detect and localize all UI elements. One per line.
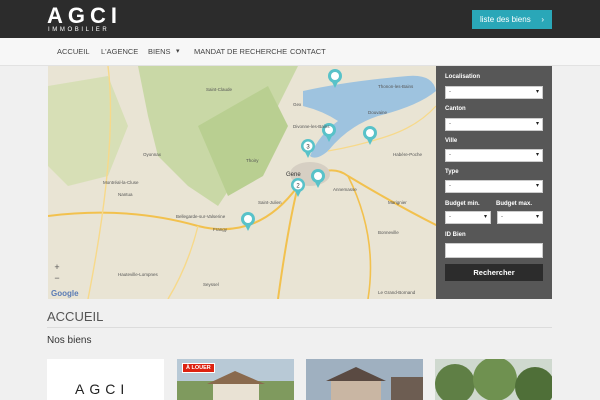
property-card[interactable]: AGCI [47,359,164,400]
property-card[interactable] [435,359,552,400]
canton-value: - [449,121,451,127]
road-bellegarde [167,225,199,299]
logo[interactable]: AGCI IMMOBILIER [47,5,122,34]
for-rent-badge: À LOUER [182,363,215,373]
property-photo [435,359,552,400]
place-label: Annemasse [333,187,357,192]
ville-select[interactable]: - ▾ [445,149,543,162]
map-pin[interactable] [363,126,377,145]
place-label: Oyonnax [143,152,162,157]
budget-min-label: Budget min. [445,201,480,207]
nav-mandat[interactable]: MANDAT DE RECHERCHE [194,38,287,65]
chevron-down-icon: ▾ [535,152,539,158]
place-label: Bellegarde-sur-Valserine [176,214,226,219]
place-label: Frangy [213,227,228,232]
chevron-down-icon[interactable]: ▾ [176,38,180,65]
chevron-right-icon: › [541,15,544,24]
map-pin[interactable] [241,212,255,231]
card-logo: AGCI [75,381,130,397]
section-title: Nos biens [47,335,92,346]
budget-max-value: - [501,214,503,220]
nav-contact[interactable]: CONTACT [290,38,326,65]
page-title: ACCUEIL [47,309,104,324]
place-label: Marignier [388,200,407,205]
localisation-value: - [449,89,451,95]
chevron-down-icon: ▾ [535,89,539,95]
map-cluster[interactable]: 2 [291,178,305,197]
nav-biens[interactable]: BIENS [148,38,171,65]
place-label: Hauteville-Lompnes [118,272,159,277]
main-nav: ACCUEIL L'AGENCE BIENS ▾ MANDAT DE RECHE… [0,38,600,66]
type-select[interactable]: - ▾ [445,180,543,193]
place-label: Saint-Julien [258,200,282,205]
google-logo: Google [51,289,79,298]
property-card[interactable] [306,359,423,400]
id-bien-label: ID Bien [445,232,466,238]
budget-min-value: - [449,214,451,220]
logo-text: AGCI [47,3,122,28]
place-label: Thonon-les-Bains [378,84,414,89]
budget-min-select[interactable]: - ▾ [445,211,491,224]
place-label: Saint-Claude [206,87,233,92]
budget-max-label: Budget max. [496,201,533,207]
listings-button[interactable]: liste des biens › [472,10,552,29]
zoom-out-button[interactable]: − [52,273,62,283]
place-label: Le Grand-Bornand [378,290,416,295]
listings-button-label: liste des biens [480,15,531,24]
canton-select[interactable]: - ▾ [445,118,543,131]
canton-label: Canton [445,106,466,112]
place-label: Seyssel [203,282,219,287]
id-bien-input[interactable] [445,243,543,258]
forest-area-west [48,76,128,186]
place-label: Habère-Poche [393,152,423,157]
chevron-down-icon: ▾ [535,121,539,127]
nav-accueil[interactable]: ACCUEIL [57,38,90,65]
place-label: Gene [286,172,301,178]
divider [47,327,552,328]
type-label: Type [445,169,459,175]
ville-value: - [449,152,451,158]
type-value: - [449,183,451,189]
place-label: Douvaine [368,110,388,115]
zoom-in-button[interactable]: + [52,262,62,272]
place-label: Nantua [118,192,133,197]
nav-agence[interactable]: L'AGENCE [101,38,138,65]
property-photo [306,359,423,400]
road-south [347,175,372,299]
localisation-label: Localisation [445,74,481,80]
ville-label: Ville [445,138,458,144]
chevron-down-icon: ▾ [535,214,539,220]
place-label: Divonne-les-Bains [293,124,330,129]
localisation-select[interactable]: - ▾ [445,86,543,99]
place-label: Bonneville [378,230,399,235]
search-button[interactable]: Rechercher [445,264,543,281]
chevron-down-icon: ▾ [483,214,487,220]
property-card[interactable]: À LOUER [177,359,294,400]
place-label: Montréal-la-Cluse [103,180,139,185]
search-panel: Localisation - ▾ Canton - ▾ Ville - ▾ Type … [436,66,552,299]
logo-subtitle: IMMOBILIER [48,27,110,33]
place-label: Thoiry [246,158,259,163]
lake [303,75,436,158]
budget-max-select[interactable]: - ▾ [497,211,543,224]
place-label: Gex [293,102,302,107]
chevron-down-icon: ▾ [535,183,539,189]
top-header: AGCI IMMOBILIER liste des biens › [0,0,600,38]
